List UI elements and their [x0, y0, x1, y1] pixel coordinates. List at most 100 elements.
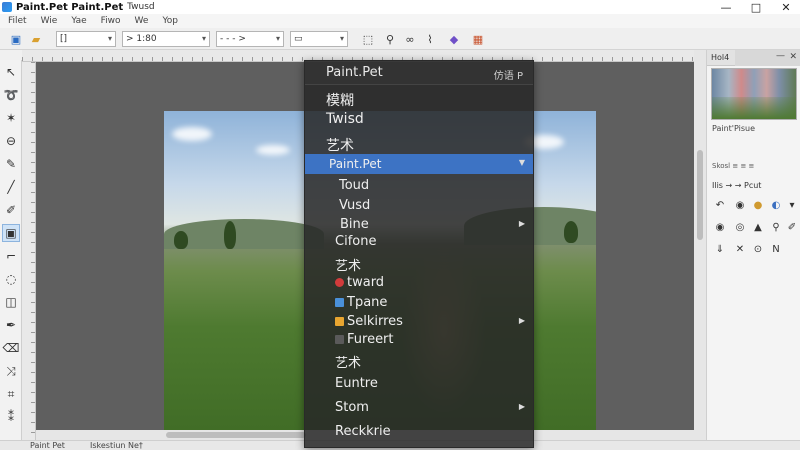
left-ruler — [22, 62, 36, 440]
paint-bucket-icon[interactable]: ◆ — [446, 31, 462, 47]
context-menu-item[interactable]: 艺术 — [305, 350, 533, 371]
shape-value: ▭ — [294, 34, 303, 44]
menu-item-icon — [335, 278, 344, 287]
toolbar: ▣ ▰ [] ▾ > 1:80 ▾ - - - > ▾ ▭ ▾ ⬚ ⚲ ∞ ⌇ … — [0, 28, 800, 50]
menu-file[interactable]: Filet — [8, 16, 27, 26]
scroll-thumb[interactable] — [697, 150, 703, 240]
zoom-combo[interactable]: > 1:80 ▾ — [122, 31, 210, 47]
lock-icon[interactable]: ⚲ — [769, 220, 783, 234]
pencil-tool-icon[interactable]: ✎ — [2, 155, 20, 173]
vertical-scrollbar[interactable] — [694, 50, 706, 440]
context-menu-item[interactable]: Stom ▶ — [305, 398, 533, 418]
context-menu-header: Paint.Pet 仿语 P — [305, 61, 533, 85]
delete-layer-icon[interactable]: ✕ — [733, 242, 747, 256]
context-menu-item[interactable]: Twisd — [305, 109, 533, 129]
clone-tool-icon[interactable]: ✐ — [2, 201, 20, 219]
tool-size-combo[interactable]: [] ▾ — [56, 31, 116, 47]
context-menu-item[interactable]: Vusd — [305, 196, 533, 216]
crop-tool-icon[interactable]: ⌗ — [2, 385, 20, 403]
context-menu-item[interactable]: Fureert — [305, 330, 533, 350]
tool-size-value: [] — [60, 34, 68, 44]
eyedropper-icon[interactable]: ⤨ — [2, 362, 20, 380]
recolor-tool-icon[interactable]: ✒ — [2, 316, 20, 334]
context-menu-item-label: twa‌rd — [347, 275, 385, 290]
context-menu-item-label: Fureert — [347, 332, 394, 347]
text-tool-icon[interactable]: ⁑ — [2, 408, 20, 426]
tools-panel: ↖ ➰ ✶ ⊖ ✎ ╱ ✐ ▣ ⌐ ◌ ◫ ✒ ⌫ ⤨ ⌗ ⁑ — [0, 60, 22, 440]
context-menu-item[interactable]: Reckkrie — [305, 422, 533, 442]
blue-color-icon[interactable]: ◐ — [769, 198, 783, 212]
close-button[interactable]: ✕ — [772, 0, 800, 14]
context-menu-item[interactable]: Cifone — [305, 232, 533, 252]
app-title: Paint.Pet Paint.Pet — [16, 1, 124, 13]
context-menu-item-label: 艺术 — [326, 138, 354, 154]
tree-shape — [174, 231, 188, 249]
zoom-icon[interactable]: ⚲ — [382, 31, 398, 47]
palette-icon[interactable]: ▦ — [470, 31, 486, 47]
context-menu: Paint.Pet 仿语 P 模糊 Twisd 艺术 Paint.Pet ▼ Toud Vu… — [304, 60, 534, 448]
context-menu-item[interactable]: 艺术 — [305, 253, 533, 274]
status-right: Iskestiun Ne† — [90, 441, 143, 450]
brush-tool-icon[interactable]: ╱ — [2, 178, 20, 196]
magic-wand-icon[interactable]: ✶ — [2, 109, 20, 127]
eye-icon[interactable]: ◎ — [733, 220, 747, 234]
open-folder-icon[interactable]: ▰ — [28, 31, 44, 47]
eraser-tool-icon[interactable]: ⌫ — [2, 339, 20, 357]
app-subtitle: Twusd — [127, 2, 155, 12]
chevron-down-icon[interactable]: ▾ — [785, 198, 799, 212]
eye-icon[interactable]: ◉ — [713, 220, 727, 234]
record-icon[interactable]: ◉ — [733, 198, 747, 212]
duplicate-layer-icon[interactable]: ⊙ — [751, 242, 765, 256]
panel-close-icon[interactable]: ✕ — [789, 52, 797, 62]
context-menu-item[interactable]: Paint.Pet ▼ — [305, 154, 533, 174]
select-icon[interactable]: ⬚ — [360, 31, 376, 47]
context-menu-item-label: Twisd — [326, 111, 364, 127]
panel-minimize-icon[interactable]: — — [776, 51, 785, 61]
add-layer-icon[interactable]: ⇓ — [713, 242, 727, 256]
cloud-shape — [256, 145, 290, 155]
zoom-tool-icon[interactable]: ⊖ — [2, 132, 20, 150]
color-picker-icon[interactable]: ▣ — [2, 224, 20, 242]
lasso-tool-icon[interactable]: ➰ — [2, 86, 20, 104]
chevron-down-icon: ▼ — [518, 158, 525, 167]
panel-header: Hol4 — ✕ — [707, 50, 800, 66]
context-menu-item-label: Bine — [340, 217, 369, 232]
link-icon[interactable]: ∞ — [402, 31, 418, 47]
context-menu-item-label: Stom — [335, 400, 369, 415]
menu-help[interactable]: Yop — [162, 16, 178, 26]
new-image-icon[interactable]: ▣ — [8, 31, 24, 47]
layer-thumbnail[interactable] — [711, 68, 797, 120]
color-icon[interactable]: ● — [751, 198, 765, 212]
line-tool-icon[interactable]: ⌐ — [2, 247, 20, 265]
menu-view[interactable]: Yae — [71, 16, 86, 26]
context-menu-item-label: Euntre — [335, 376, 378, 391]
context-menu-item-label: Paint.Pet — [329, 157, 382, 171]
ruler-icon[interactable]: ⌇ — [422, 31, 438, 47]
context-menu-item[interactable]: twa‌rd — [305, 273, 533, 293]
maximize-button[interactable]: □ — [742, 0, 770, 14]
menu-edit[interactable]: Wie — [41, 16, 58, 26]
menu-image[interactable]: Fiwo — [101, 16, 121, 26]
menu-layers[interactable]: We — [135, 16, 149, 26]
context-menu-title: Paint.Pet — [326, 65, 383, 80]
gradient-tool-icon[interactable]: ◫ — [2, 293, 20, 311]
layer-up-icon[interactable]: ▲ — [751, 220, 765, 234]
context-menu-item-label: Reckkrie — [335, 424, 391, 439]
move-tool-icon[interactable]: ↖ — [2, 63, 20, 81]
context-menu-item[interactable]: Tpane — [305, 293, 533, 313]
title-bar: Paint.Pet Paint.Pet Twusd — □ ✕ — [0, 0, 800, 14]
undo-icon[interactable]: ↶ — [713, 198, 727, 212]
context-menu-item[interactable]: Selkirres ▶ — [305, 312, 533, 332]
context-menu-item[interactable]: Toud — [305, 176, 533, 196]
context-menu-item[interactable]: 艺术 — [305, 133, 533, 154]
context-menu-item[interactable]: Euntre — [305, 374, 533, 394]
scroll-thumb[interactable] — [166, 432, 306, 438]
minimize-button[interactable]: — — [712, 0, 740, 14]
line-style-combo[interactable]: - - - > ▾ — [216, 31, 284, 47]
context-menu-item[interactable]: 模糊 — [305, 88, 533, 109]
shapes-tool-icon[interactable]: ◌ — [2, 270, 20, 288]
pin-icon[interactable]: ✐ — [785, 220, 799, 234]
app-logo-icon — [2, 2, 12, 12]
merge-layer-icon[interactable]: N — [769, 242, 783, 256]
shape-combo[interactable]: ▭ ▾ — [290, 31, 348, 47]
